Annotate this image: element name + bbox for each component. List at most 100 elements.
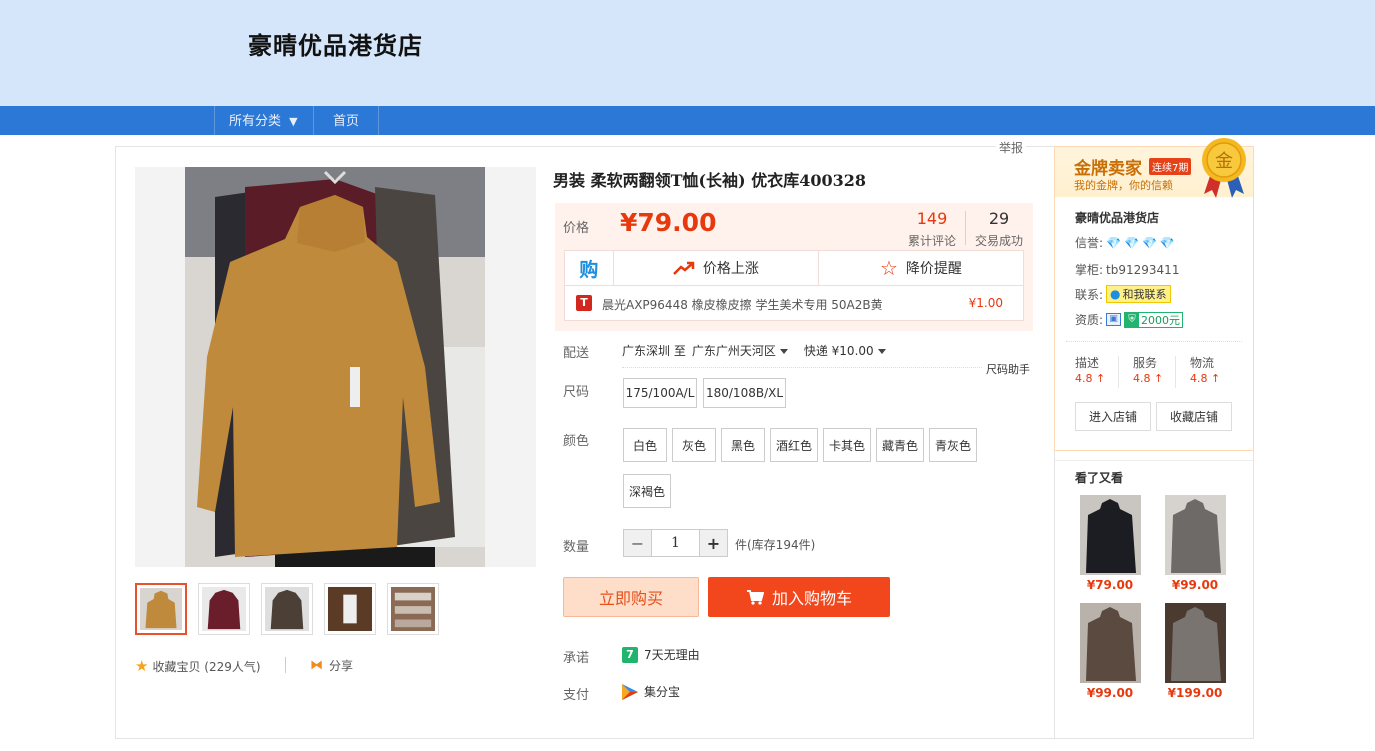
price-tools-row: 购 价格上涨 ☆ 降价提醒 (564, 250, 1024, 286)
thumbnail-image (328, 587, 372, 631)
recommended-item-image[interactable] (1080, 495, 1141, 575)
ship-fee-select[interactable]: 快递 ¥10.00 (804, 342, 886, 359)
price-alert-button[interactable]: ☆ 降价提醒 (819, 251, 1023, 285)
contact-button[interactable]: ● 和我联系 (1106, 285, 1171, 303)
chat-icon: ● (1110, 287, 1121, 301)
buy-icon[interactable]: 购 (565, 251, 614, 285)
color-option-khaki[interactable]: 卡其色 (823, 428, 871, 462)
deals-count: 29 (988, 209, 1010, 228)
price-label: 价格 (563, 221, 590, 236)
report-link[interactable]: 举报 (996, 139, 1027, 156)
divider (285, 657, 286, 673)
promise-item[interactable]: 7 7天无理由 (622, 646, 700, 663)
seller-name[interactable]: 豪晴优品港货店 (1075, 209, 1159, 226)
score-service-value: 4.8 ↑ (1133, 372, 1164, 385)
deposit-badge[interactable]: ⛨ 2000元 (1124, 311, 1184, 328)
payment-text: 集分宝 (644, 685, 681, 699)
owner-name[interactable]: tb91293411 (1106, 263, 1179, 277)
shipping-info: 广东深圳 至 广东广州天河区 快递 ¥10.00 (622, 342, 886, 359)
thumbnail-image (391, 587, 435, 631)
medal-text: 金 (1215, 151, 1233, 172)
qualification-row: 资质: ▣ ⛨ 2000元 (1075, 311, 1184, 328)
diamond-icon: 💎 (1159, 235, 1175, 250)
favorite-shop-button[interactable]: 收藏店铺 (1156, 402, 1232, 431)
diamond-icon: 💎 (1106, 235, 1121, 250)
promo-text: 晨光AXP96448 橡皮橡皮擦 学生美术专用 50A2B黄 (602, 298, 883, 312)
color-option-darkbrown[interactable]: 深褐色 (623, 474, 671, 508)
recommended-photo (1080, 495, 1141, 575)
divider (1066, 341, 1242, 342)
share-button[interactable]: ⧓ 分享 (310, 657, 353, 674)
reviews-count[interactable]: 149 (902, 209, 962, 228)
id-card-icon[interactable]: ▣ (1106, 313, 1122, 326)
nav-divider (214, 106, 215, 135)
contact-row: 联系: ● 和我联系 (1075, 285, 1171, 303)
color-option-black[interactable]: 黑色 (721, 428, 765, 462)
score-logistics-label: 物流 (1190, 356, 1215, 370)
recommended-item-price[interactable]: ¥99.00 (1160, 578, 1230, 592)
product-title: 男装 柔软两翻领T恤(长袖) 优衣库400328 (553, 171, 866, 190)
favorite-item[interactable]: ★ 收藏宝贝 (229人气) (135, 657, 261, 675)
score-desc-label: 描述 (1075, 356, 1100, 370)
ship-to-label: 广东广州天河区 (691, 344, 776, 358)
thumbnail-5[interactable] (387, 583, 439, 635)
divider (1118, 356, 1119, 388)
share-icon: ⧓ (310, 658, 323, 673)
nav-divider (313, 106, 314, 135)
buy-now-button[interactable]: 立即购买 (563, 577, 699, 617)
thumbnail-4[interactable] (324, 583, 376, 635)
ship-to-select[interactable]: 广东广州天河区 (692, 342, 788, 359)
payment-item[interactable]: 集分宝 (622, 683, 680, 700)
nav-all-categories[interactable]: 所有分类 ▼ (229, 106, 298, 135)
product-price: ¥79.00 (620, 208, 717, 237)
thumbnail-1[interactable] (135, 583, 187, 635)
owner-label: 掌柜: (1075, 263, 1104, 277)
shop-header: 豪晴优品港货店 (0, 0, 1375, 106)
thumbnail-image (140, 588, 182, 630)
nav-home[interactable]: 首页 (333, 106, 359, 135)
size-option-l[interactable]: 175/100A/L (623, 378, 697, 408)
favorite-label: 收藏宝贝 (229人气) (152, 659, 261, 674)
price-trend-button[interactable]: 价格上涨 (614, 251, 819, 285)
promise-label: 承诺 (563, 651, 590, 666)
divider (1055, 460, 1253, 461)
recommended-item-image[interactable] (1080, 603, 1141, 683)
color-option-bluegray[interactable]: 青灰色 (929, 428, 977, 462)
add-to-cart-label: 加入购物车 (771, 589, 852, 608)
thumbnail-2[interactable] (198, 583, 250, 635)
qty-plus-button[interactable]: + (700, 530, 727, 556)
points-icon (622, 683, 638, 700)
qty-minus-button[interactable]: − (624, 530, 651, 556)
color-option-white[interactable]: 白色 (623, 428, 667, 462)
add-to-cart-button[interactable]: 加入购物车 (708, 577, 890, 617)
product-photo (135, 167, 536, 567)
color-option-wine[interactable]: 酒红色 (770, 428, 818, 462)
size-option-xl[interactable]: 180/108B/XL (703, 378, 786, 408)
color-label: 颜色 (563, 434, 590, 449)
promo-item[interactable]: T 晨光AXP96448 橡皮橡皮擦 学生美术专用 50A2B黄 ¥1.00 (564, 286, 1024, 321)
recommended-item-image[interactable] (1165, 603, 1226, 683)
reviews-label[interactable]: 累计评论 (902, 232, 962, 249)
size-helper-link[interactable]: 尺码助手 (986, 361, 1030, 377)
caret-down-icon: ▼ (289, 115, 298, 128)
price-alert-label: 降价提醒 (905, 261, 962, 277)
recommended-item-price[interactable]: ¥79.00 (1075, 578, 1145, 592)
quantity-input[interactable]: 1 (651, 530, 700, 556)
enter-shop-button[interactable]: 进入店铺 (1075, 402, 1151, 431)
color-option-gray[interactable]: 灰色 (672, 428, 716, 462)
recommended-item-price[interactable]: ¥199.00 (1160, 686, 1230, 700)
nav-all-categories-label: 所有分类 (229, 114, 282, 129)
share-label: 分享 (329, 659, 354, 673)
main-product-image[interactable] (135, 167, 536, 567)
diamond-icon: 💎 (1124, 235, 1139, 250)
shop-title[interactable]: 豪晴优品港货店 (248, 26, 423, 61)
streak-badge: 连续7期 (1149, 158, 1192, 175)
divider (1175, 356, 1176, 388)
recommended-item-price[interactable]: ¥99.00 (1075, 686, 1145, 700)
recommended-item-image[interactable] (1165, 495, 1226, 575)
deposit-text: 2000元 (1141, 313, 1181, 327)
score-logistics-value: 4.8 ↑ (1190, 372, 1221, 385)
ship-fee-label: 快递 ¥10.00 (803, 344, 874, 358)
thumbnail-3[interactable] (261, 583, 313, 635)
color-option-navy[interactable]: 藏青色 (876, 428, 924, 462)
